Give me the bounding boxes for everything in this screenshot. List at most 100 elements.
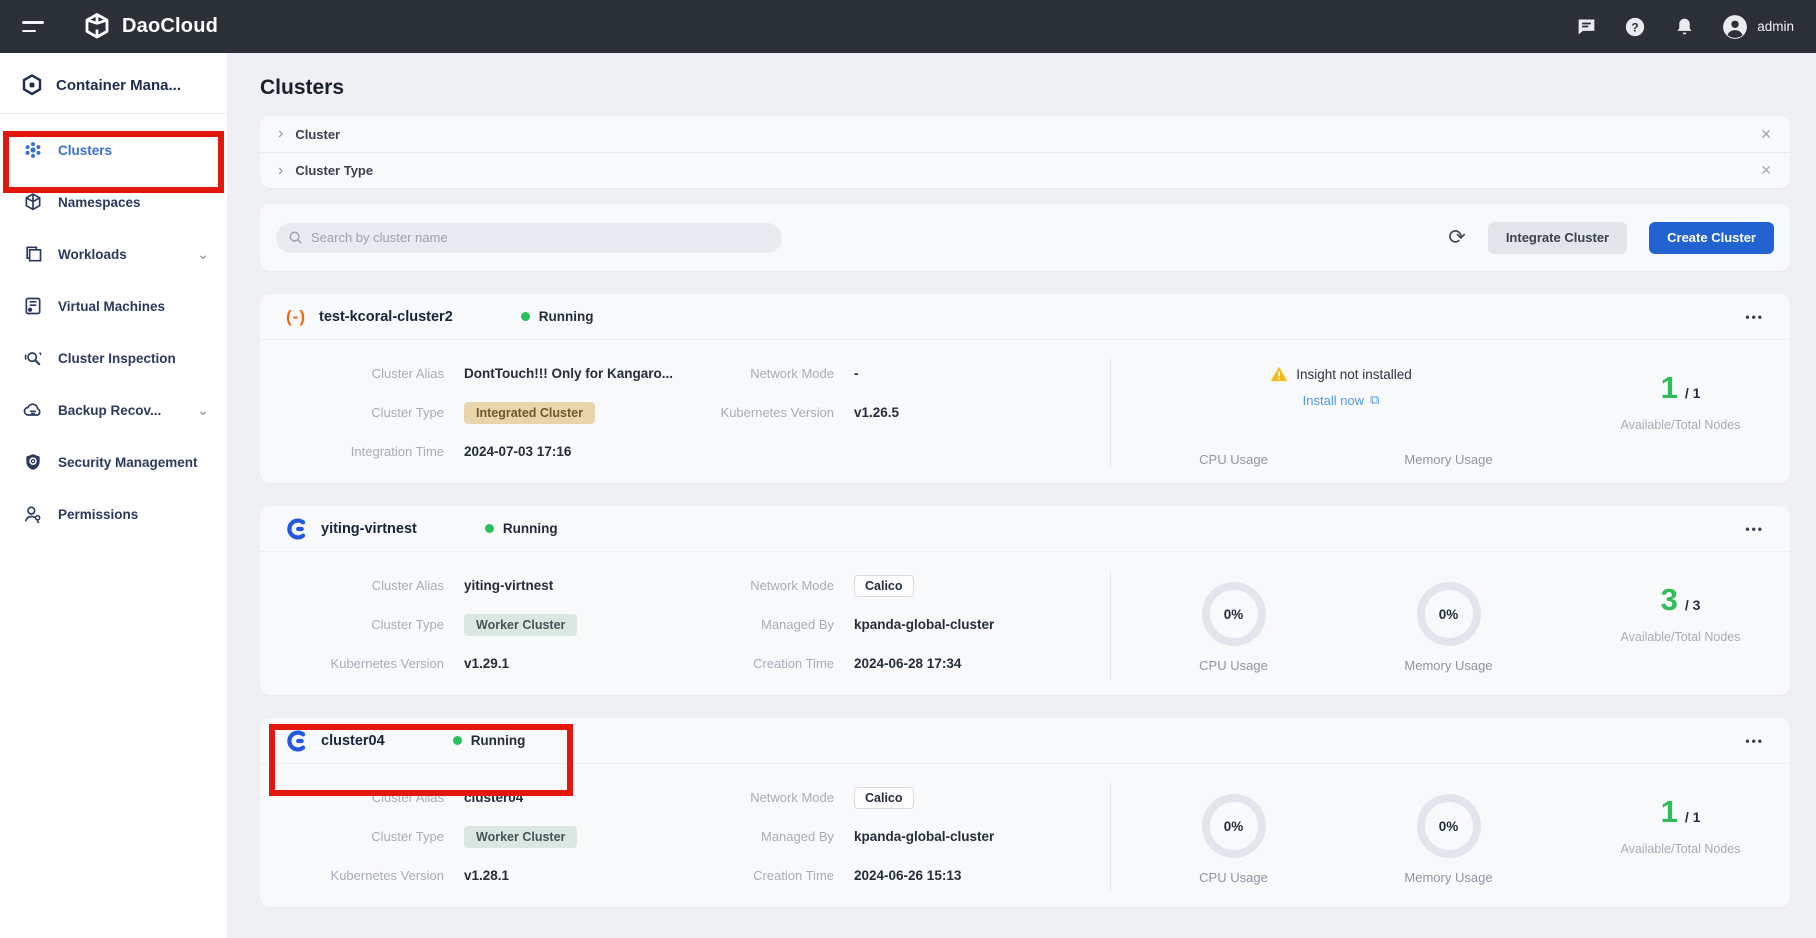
network-mode-badge: Calico <box>854 575 914 597</box>
install-now-link[interactable]: Install now ⧉ <box>1303 392 1380 408</box>
cluster-card-cluster04: cluster04 Running ••• Cluster Alias clust… <box>260 718 1790 907</box>
field-label: Cluster Alias <box>260 578 444 593</box>
search-box[interactable] <box>276 223 782 253</box>
worker-cluster-logo-icon <box>286 518 308 540</box>
search-input[interactable] <box>311 230 770 245</box>
sidebar-item-label: Namespaces <box>58 195 209 210</box>
field-label: Network Mode <box>680 578 834 593</box>
chevron-down-icon: ⌄ <box>197 246 209 263</box>
chevron-right-icon: › <box>278 163 283 179</box>
brand: DaoCloud <box>82 12 218 42</box>
cpu-usage-label: CPU Usage <box>1199 658 1268 673</box>
field-label: Network Mode <box>680 790 834 805</box>
close-icon[interactable]: ✕ <box>1760 126 1772 143</box>
cluster-alias-value: yiting-virtnest <box>464 578 553 593</box>
virtual-machines-icon <box>23 296 43 316</box>
filter-row-cluster-type[interactable]: › Cluster Type ✕ <box>260 152 1790 188</box>
menu-toggle-icon[interactable] <box>22 21 46 32</box>
refresh-icon[interactable]: ⟳ <box>1448 227 1466 248</box>
cluster-name[interactable]: test-kcoral-cluster2 <box>319 309 453 325</box>
sidebar-item-permissions[interactable]: Permissions <box>0 488 227 540</box>
cluster-alias-value: DontTouch!!! Only for Kangaro... <box>464 366 673 381</box>
available-nodes-count: 3 <box>1661 582 1678 618</box>
cluster-card-test-kcoral-cluster2: (-) test-kcoral-cluster2 Running ••• Clu… <box>260 294 1790 483</box>
sidebar-nav: Clusters Namespaces Workloads ⌄ Virtual <box>0 114 227 540</box>
cluster-toolbar: ⟳ Integrate Cluster Create Cluster <box>260 204 1790 271</box>
close-icon[interactable]: ✕ <box>1760 162 1772 179</box>
network-mode-value: - <box>854 366 859 381</box>
sidebar-item-workloads[interactable]: Workloads ⌄ <box>0 228 227 280</box>
sidebar-item-label: Clusters <box>58 143 209 158</box>
user-menu[interactable]: admin <box>1722 14 1794 40</box>
sidebar-item-label: Permissions <box>58 507 209 522</box>
filter-label: Cluster Type <box>295 163 373 178</box>
managed-by-value: kpanda-global-cluster <box>854 829 994 844</box>
cluster-name[interactable]: yiting-virtnest <box>321 521 417 537</box>
filter-label: Cluster <box>295 127 340 142</box>
field-label: Cluster Type <box>260 405 444 420</box>
cluster-name[interactable]: cluster04 <box>321 733 385 749</box>
field-label: Cluster Alias <box>260 790 444 805</box>
field-label: Creation Time <box>680 656 834 671</box>
nodes-caption: Available/Total Nodes <box>1621 418 1741 432</box>
sidebar-item-security-management[interactable]: Security Management <box>0 436 227 488</box>
integrate-cluster-button[interactable]: Integrate Cluster <box>1488 222 1627 254</box>
create-cluster-button[interactable]: Create Cluster <box>1649 222 1774 254</box>
integration-time-value: 2024-07-03 17:16 <box>464 444 571 459</box>
status-dot-icon <box>485 524 494 533</box>
field-label: Kubernetes Version <box>260 656 444 671</box>
cluster-inspection-icon <box>23 348 43 368</box>
messages-icon[interactable] <box>1575 16 1597 38</box>
cluster-type-badge: Worker Cluster <box>464 826 577 848</box>
field-label: Cluster Alias <box>260 366 444 381</box>
more-actions-icon[interactable]: ••• <box>1745 310 1764 324</box>
more-actions-icon[interactable]: ••• <box>1745 734 1764 748</box>
field-label: Integration Time <box>260 444 444 459</box>
worker-cluster-logo-icon <box>286 730 308 752</box>
sidebar-item-label: Cluster Inspection <box>58 351 209 366</box>
help-icon[interactable]: ? <box>1624 16 1646 38</box>
field-label: Kubernetes Version <box>260 868 444 883</box>
module-title: Container Mana... <box>56 77 181 94</box>
insight-warning-text: Insight not installed <box>1296 367 1412 382</box>
sidebar-item-clusters[interactable]: Clusters <box>0 124 227 176</box>
notifications-bell-icon[interactable] <box>1673 16 1695 38</box>
brand-name: DaoCloud <box>122 15 218 38</box>
more-actions-icon[interactable]: ••• <box>1745 522 1764 536</box>
cluster-card-yiting-virtnest: yiting-virtnest Running ••• Cluster Alia… <box>260 506 1790 695</box>
filter-panel: › Cluster ✕ › Cluster Type ✕ <box>260 116 1790 188</box>
sidebar: Container Mana... Clusters Namespaces Wo… <box>0 53 227 938</box>
nodes-caption: Available/Total Nodes <box>1621 630 1741 644</box>
network-mode-badge: Calico <box>854 787 914 809</box>
module-switcher[interactable]: Container Mana... <box>0 53 227 114</box>
clusters-icon <box>23 140 43 160</box>
memory-usage-label: Memory Usage <box>1404 658 1492 673</box>
external-link-icon: ⧉ <box>1370 392 1379 408</box>
sidebar-item-namespaces[interactable]: Namespaces <box>0 176 227 228</box>
sidebar-item-label: Backup Recov... <box>58 403 182 418</box>
total-nodes-count: / 3 <box>1685 597 1701 613</box>
status-badge: Running <box>453 733 526 748</box>
memory-usage-donut: 0% <box>1417 582 1481 646</box>
creation-time-value: 2024-06-28 17:34 <box>854 656 961 671</box>
status-dot-icon <box>521 312 530 321</box>
main-content: Clusters › Cluster ✕ › Cluster Type ✕ <box>227 53 1816 938</box>
workloads-icon <box>23 244 43 264</box>
filter-row-cluster[interactable]: › Cluster ✕ <box>260 116 1790 152</box>
cluster-alias-value: cluster04 <box>464 790 523 805</box>
cluster-type-badge: Worker Cluster <box>464 614 577 636</box>
cpu-usage-label: CPU Usage <box>1199 870 1268 885</box>
warning-icon <box>1270 366 1288 382</box>
avatar <box>1722 14 1748 40</box>
page-title: Clusters <box>260 76 1790 100</box>
sidebar-item-backup-recovery[interactable]: Backup Recov... ⌄ <box>0 384 227 436</box>
sidebar-item-virtual-machines[interactable]: Virtual Machines <box>0 280 227 332</box>
kubernetes-version-value: v1.28.1 <box>464 868 509 883</box>
cpu-usage-label: CPU Usage <box>1159 452 1309 467</box>
managed-by-value: kpanda-global-cluster <box>854 617 994 632</box>
sidebar-item-cluster-inspection[interactable]: Cluster Inspection <box>0 332 227 384</box>
sidebar-item-label: Virtual Machines <box>58 299 209 314</box>
creation-time-value: 2024-06-26 15:13 <box>854 868 961 883</box>
cpu-usage-donut: 0% <box>1202 794 1266 858</box>
status-badge: Running <box>521 309 594 324</box>
